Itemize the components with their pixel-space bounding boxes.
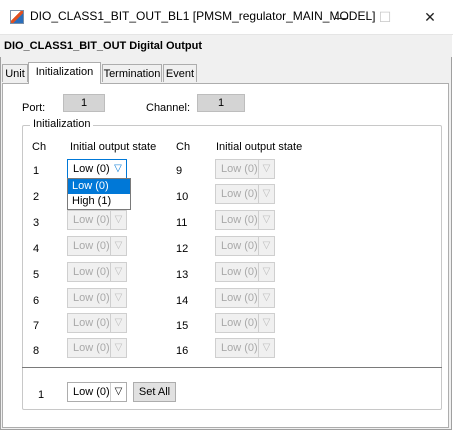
chevron-down-icon: ▽ [258, 289, 274, 307]
channel-number: 6 [33, 295, 40, 307]
channel-label: Channel: [146, 102, 191, 114]
chevron-down-icon: ▽ [110, 263, 126, 281]
channel-number: 9 [176, 165, 183, 177]
column-header-ch-left: Ch [32, 141, 47, 153]
dropdown-value: Low (0) [221, 240, 258, 252]
dropdown-value: Low (0) [221, 317, 258, 329]
chevron-down-icon: ▽ [258, 237, 274, 255]
port-label: Port: [22, 102, 46, 114]
initial-state-dropdown: Low (0) ▽ [215, 159, 275, 179]
block-title: DIO_CLASS1_BIT_OUT Digital Output [4, 40, 203, 52]
dropdown-value: Low (0) [221, 163, 258, 175]
chevron-down-icon: ▽ [110, 339, 126, 357]
dropdown-value: Low (0) [73, 266, 110, 278]
tab-initialization[interactable]: Initialization [28, 62, 101, 84]
chevron-down-icon: ▽ [110, 211, 126, 229]
chevron-down-icon: ▽ [110, 237, 126, 255]
initial-state-dropdown: Low (0) ▽ [215, 262, 275, 282]
dropdown-value: Low (0) [221, 214, 258, 226]
close-button[interactable]: ✕ [408, 0, 452, 34]
chevron-down-icon: ▽ [258, 314, 274, 332]
dropdown-value: Low (0) [73, 292, 110, 304]
set-all-channel-number: 1 [38, 389, 45, 401]
channel-number: 8 [33, 345, 40, 357]
dropdown-value: Low (0) [221, 342, 258, 354]
channel-number: 13 [176, 269, 189, 281]
dropdown-value: Low (0) [73, 386, 110, 398]
chevron-down-icon: ▽ [258, 185, 274, 203]
set-all-button[interactable]: Set All [133, 382, 176, 402]
channel-number: 1 [33, 165, 40, 177]
chevron-down-icon: ▽ [258, 160, 274, 178]
maximize-button[interactable]: ☐ [363, 0, 407, 34]
separator-line [22, 367, 442, 368]
dropdown-value: Low (0) [221, 292, 258, 304]
initial-state-dropdown: Low (0) ▽ [67, 288, 127, 308]
channel-number: 15 [176, 320, 189, 332]
dropdown-value: Low (0) [73, 163, 110, 175]
column-header-state-left: Initial output state [70, 141, 157, 153]
tab-termination[interactable]: Termination [102, 64, 162, 82]
initialization-legend: Initialization [30, 118, 94, 130]
initial-state-dropdown: Low (0) ▽ [215, 236, 275, 256]
dropdown-value: Low (0) [73, 214, 110, 226]
channel-number: 14 [176, 295, 189, 307]
chevron-down-icon: ▽ [258, 211, 274, 229]
tab-event[interactable]: Event [163, 64, 197, 82]
dropdown-value: Low (0) [221, 266, 258, 278]
dropdown-value: Low (0) [73, 240, 110, 252]
initial-state-dropdown: Low (0) ▽ [67, 338, 127, 358]
title-bar: DIO_CLASS1_BIT_OUT_BL1 [PMSM_regulator_M… [0, 0, 453, 35]
dropdown-value: Low (0) [73, 342, 110, 354]
initial-state-dropdown[interactable]: Low (0) ▽ [67, 159, 127, 179]
initial-state-dropdown: Low (0) ▽ [67, 210, 127, 230]
initial-state-dropdown: Low (0) ▽ [215, 288, 275, 308]
initial-state-dropdown: Low (0) ▽ [215, 338, 275, 358]
dropdown-option-low[interactable]: Low (0) [68, 179, 130, 194]
channel-number: 10 [176, 191, 189, 203]
column-header-state-right: Initial output state [216, 141, 303, 153]
channel-number: 11 [176, 217, 188, 229]
initial-state-dropdown: Low (0) ▽ [215, 210, 275, 230]
initial-state-dropdown: Low (0) ▽ [67, 313, 127, 333]
dropdown-value: Low (0) [73, 317, 110, 329]
chevron-down-icon[interactable]: ▽ [110, 383, 126, 401]
initial-state-dropdown: Low (0) ▽ [67, 262, 127, 282]
set-all-state-dropdown[interactable]: Low (0) ▽ [67, 382, 127, 402]
channel-number: 3 [33, 217, 40, 229]
initial-state-dropdown: Low (0) ▽ [215, 313, 275, 333]
chevron-down-icon: ▽ [258, 339, 274, 357]
dropdown-option-high[interactable]: High (1) [68, 194, 130, 209]
dropdown-value: Low (0) [221, 188, 258, 200]
channel-number: 2 [33, 191, 40, 203]
initial-state-dropdown: Low (0) ▽ [67, 236, 127, 256]
port-value: 1 [63, 94, 105, 112]
channel-number: 4 [33, 243, 40, 255]
block-header: DIO_CLASS1_BIT_OUT Digital Output [0, 35, 452, 57]
column-header-ch-right: Ch [176, 141, 191, 153]
chevron-down-icon: ▽ [258, 263, 274, 281]
chevron-down-icon[interactable]: ▽ [110, 160, 126, 178]
chevron-down-icon: ▽ [110, 314, 126, 332]
channel-number: 12 [176, 243, 189, 255]
chevron-down-icon: ▽ [110, 289, 126, 307]
dropdown-list: Low (0) High (1) [67, 178, 131, 210]
tab-unit[interactable]: Unit [2, 64, 28, 82]
initial-state-dropdown: Low (0) ▽ [215, 184, 275, 204]
channel-number: 16 [176, 345, 189, 357]
channel-value: 1 [197, 94, 245, 112]
channel-number: 5 [33, 269, 40, 281]
channel-number: 7 [33, 320, 40, 332]
minimize-button[interactable]: — [319, 0, 363, 34]
app-icon [10, 10, 24, 24]
